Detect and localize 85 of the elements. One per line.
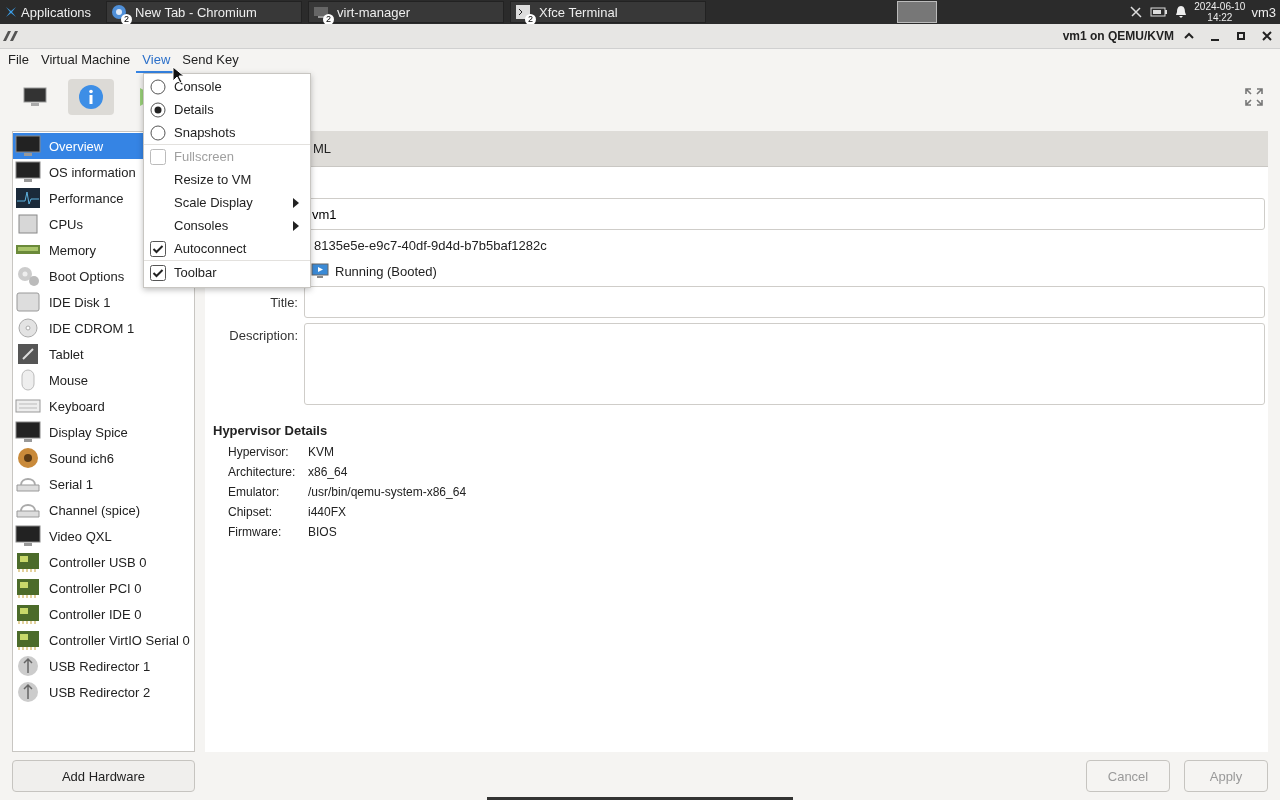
- user-name[interactable]: vm3: [1251, 4, 1276, 20]
- hardware-list-item[interactable]: USB Redirector 2: [13, 679, 194, 705]
- hardware-list-item[interactable]: Controller IDE 0: [13, 601, 194, 627]
- disc-icon: [15, 317, 41, 339]
- applications-icon: [4, 5, 18, 19]
- submenu-arrow-icon: [292, 220, 300, 231]
- menu-item[interactable]: Autoconnect: [144, 237, 310, 260]
- field-label: Title:: [269, 294, 299, 310]
- tablet-icon: [15, 343, 41, 365]
- hardware-list-item[interactable]: Controller PCI 0: [13, 575, 194, 601]
- detail-label: Chipset:: [228, 505, 274, 519]
- hardware-list-item[interactable]: Serial 1: [13, 471, 194, 497]
- menu-item[interactable]: Virtual Machine: [34, 49, 137, 73]
- hardware-list-item[interactable]: Display Spice: [13, 419, 194, 445]
- description-field[interactable]: [304, 323, 1265, 405]
- card-icon: [15, 603, 41, 625]
- menu-item[interactable]: Details: [144, 98, 310, 121]
- menu-item[interactable]: File: [2, 49, 35, 73]
- battery-icon[interactable]: [1150, 5, 1169, 19]
- monitor-icon: [15, 135, 41, 157]
- radio-button[interactable]: [150, 124, 166, 141]
- tab[interactable]: ML: [313, 141, 332, 156]
- menu-item[interactable]: Resize to VM: [144, 168, 310, 191]
- taskbar-button[interactable]: 2 Xfce Terminal: [510, 1, 706, 23]
- chip-icon: [15, 213, 41, 235]
- detail-label: Architecture:: [228, 465, 297, 479]
- radio-button[interactable]: [150, 78, 166, 95]
- hardware-list-item[interactable]: Keyboard: [13, 393, 194, 419]
- taskbar-button[interactable]: 2 virt-manager: [308, 1, 504, 23]
- applications-menu[interactable]: Applications: [0, 4, 100, 20]
- detail-value: i440FX: [308, 505, 347, 519]
- globe-icon: [111, 4, 127, 20]
- close-icon[interactable]: [1260, 29, 1274, 43]
- hardware-list-item[interactable]: IDE Disk 1: [13, 289, 194, 315]
- checkbox[interactable]: [150, 264, 166, 281]
- monitor-icon: [15, 161, 41, 183]
- hardware-list-item[interactable]: Tablet: [13, 341, 194, 367]
- title-field[interactable]: [304, 286, 1265, 318]
- usb-icon: [15, 681, 41, 703]
- clock[interactable]: 2024-06-10 14:22: [1194, 1, 1246, 23]
- checkbox[interactable]: [150, 240, 166, 257]
- detail-value: BIOS: [308, 525, 337, 539]
- maximize-icon[interactable]: [1234, 29, 1248, 43]
- submenu-arrow-icon: [292, 197, 300, 208]
- menu-item[interactable]: Send Key: [176, 49, 245, 73]
- hardware-list-item[interactable]: Mouse: [13, 367, 194, 393]
- speaker-icon: [15, 447, 41, 469]
- menu-item[interactable]: Toolbar: [144, 261, 310, 284]
- bell-icon[interactable]: [1174, 5, 1189, 19]
- detail-label: Firmware:: [228, 525, 283, 539]
- hardware-list-item[interactable]: IDE CDROM 1: [13, 315, 194, 341]
- detail-value: /usr/bin/qemu-system-x86_64: [308, 485, 467, 499]
- card-icon: [15, 577, 41, 599]
- status-text: Running (Booted): [335, 263, 437, 279]
- info-icon: [78, 84, 104, 110]
- workspace-switcher[interactable]: [897, 1, 938, 23]
- taskbar-button[interactable]: 2 New Tab - Chromium: [106, 1, 302, 23]
- menu-item[interactable]: Console: [144, 75, 310, 98]
- radio-button[interactable]: [150, 101, 166, 118]
- fullscreen-icon[interactable]: [1244, 87, 1264, 107]
- detail-label: Hypervisor:: [228, 445, 290, 459]
- add-hardware-button[interactable]: Add Hardware: [12, 760, 195, 792]
- section-heading: Hypervisor Details: [213, 423, 329, 438]
- field-label: Description:: [228, 327, 299, 343]
- monitor-icon: [313, 4, 329, 20]
- detail-value: x86_64: [308, 465, 348, 479]
- hardware-list-item[interactable]: Video QXL: [13, 523, 194, 549]
- graph-icon: [15, 187, 41, 209]
- hardware-list-item[interactable]: Controller USB 0: [13, 549, 194, 575]
- hardware-list-item[interactable]: Channel (spice): [13, 497, 194, 523]
- card-icon: [15, 629, 41, 651]
- hardware-list-item[interactable]: Sound ich6: [13, 445, 194, 471]
- window-title: vm1 on QEMU/KVM: [1062, 29, 1174, 43]
- terminal-icon: [515, 4, 531, 20]
- uuid-text: 8135e5e-e9c7-40df-9d4d-b7b5baf1282c: [314, 237, 547, 253]
- hardware-list-item[interactable]: USB Redirector 1: [13, 653, 194, 679]
- gear-icon: [15, 265, 41, 287]
- detail-label: Emulator:: [228, 485, 281, 499]
- detail-value: KVM: [308, 445, 334, 459]
- card-icon: [15, 551, 41, 573]
- monitor-icon: [15, 421, 41, 443]
- monitor-icon: [15, 525, 41, 547]
- usb-icon: [15, 655, 41, 677]
- hardware-list-item[interactable]: Controller VirtIO Serial 0: [13, 627, 194, 653]
- monitor-icon: [23, 86, 47, 108]
